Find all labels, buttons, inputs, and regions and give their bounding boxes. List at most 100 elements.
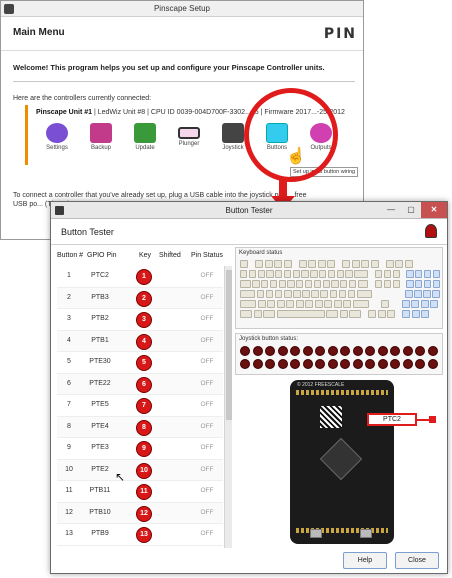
joystick-button-indicator: [315, 358, 325, 369]
keyboard-key: [349, 310, 361, 318]
key-indicator: 2: [136, 290, 152, 307]
keyboard-key: [324, 300, 332, 308]
keyboard-key: [264, 260, 273, 268]
minimize-button[interactable]: —: [381, 202, 401, 218]
keyboard-key: [420, 300, 429, 308]
plunger-icon: [178, 127, 200, 139]
joystick-button-indicator: [415, 358, 425, 369]
keyboard-key: [287, 280, 295, 288]
key-gap: [395, 290, 399, 298]
close-button[interactable]: Close: [395, 552, 439, 569]
table-row: 4 PTB1 4 OFF: [57, 330, 223, 352]
key-indicator: 13: [136, 527, 152, 543]
gpio-pin: PTB1: [91, 336, 109, 344]
arrow-down-icon: [279, 180, 287, 196]
key-gap: [396, 300, 400, 308]
button-list: 1 PTC2 1 OFF 2 PTB3 2 OFF 3 PTB2 3 OFF 4 PTB1 4 OFF 5 PTE…: [57, 266, 223, 548]
keyboard-key: [253, 310, 262, 318]
keyboard-diagram: [240, 260, 441, 326]
unit-name: Pinscape Unit #1: [36, 109, 93, 116]
settings-button[interactable]: Settings: [40, 123, 74, 151]
main-menu-title: Main Menu: [13, 27, 65, 38]
tester-header: Button Tester: [51, 219, 447, 245]
keyboard-key: [351, 260, 360, 268]
joystick-button-indicator: [315, 346, 325, 356]
joystick-button-indicator: [390, 358, 400, 369]
joystick-button-indicator: [352, 346, 363, 356]
keyboard-key: [276, 310, 325, 318]
keyboard-key: [387, 310, 395, 318]
pin-status: OFF: [200, 444, 214, 451]
table-row: 9 PTE3 9 OFF: [57, 438, 223, 460]
board-chip: [319, 437, 363, 481]
keyboard-status-label: Keyboard status: [239, 250, 283, 256]
pin-status: OFF: [200, 336, 214, 344]
update-button[interactable]: Update: [128, 123, 162, 151]
keyboard-key: [356, 290, 373, 298]
joystick-button-indicator: [265, 346, 275, 356]
keyboard-key: [430, 300, 438, 308]
key-gap: [370, 300, 374, 308]
gpio-pin: PTB9: [91, 530, 109, 537]
button-number: 10: [65, 465, 73, 473]
setup-window-title: Pinscape Setup: [153, 4, 211, 13]
table-row: 6 PTE22 6 OFF: [57, 373, 223, 395]
key-indicator: 9: [136, 441, 152, 457]
keyboard-key: [432, 270, 440, 278]
gpio-pin: PTB3: [91, 293, 109, 301]
keyboard-key: [414, 290, 422, 298]
backup-button[interactable]: Backup: [84, 123, 118, 151]
joystick-button-indicator: [427, 358, 438, 369]
joystick-button-indicator: [240, 358, 250, 369]
joystick-button-indicator: [427, 346, 438, 356]
key-gap: [389, 290, 393, 298]
joystick-button-indicator: [302, 358, 313, 369]
gpio-pin: PTE5: [91, 401, 109, 408]
keyboard-key: [240, 280, 251, 288]
col-button-num: Button #: [57, 252, 84, 259]
tester-titlebar[interactable]: Button Tester — ▢ ✕: [51, 202, 447, 219]
maximize-button[interactable]: ▢: [401, 202, 421, 218]
gpio-pin: PTB10: [89, 508, 111, 516]
welcome-text: Welcome! This program helps you set up a…: [13, 63, 325, 72]
keyboard-key: [275, 270, 283, 278]
keyboard-key: [296, 280, 304, 288]
gpio-pin: PTE2: [91, 465, 109, 473]
pin-status: OFF: [200, 401, 214, 408]
key-indicator: 5: [136, 355, 152, 371]
pin-marker: [429, 416, 436, 423]
settings-icon: [46, 123, 68, 143]
keyboard-key: [381, 300, 389, 308]
button-number: 4: [67, 336, 71, 344]
pin-status: OFF: [200, 315, 214, 322]
keyboard-key: [304, 280, 313, 288]
keyboard-row: [240, 300, 440, 308]
key-gap: [401, 280, 405, 288]
keyboard-key: [314, 300, 323, 308]
joystick-button-indicator: [377, 346, 388, 356]
keyboard-key: [340, 280, 348, 288]
keyboard-key: [423, 290, 431, 298]
window-close-button[interactable]: ✕: [421, 202, 447, 218]
button-tester-window: Button Tester — ▢ ✕ Button Tester Button…: [50, 201, 448, 574]
gpio-pin: PTE4: [91, 422, 109, 430]
key-indicator: 1: [136, 269, 152, 285]
keyboard-key: [345, 270, 353, 278]
usb-port-right: [360, 529, 372, 538]
keyboard-key: [317, 260, 326, 268]
button-number: 8: [67, 422, 71, 430]
keyboard-key: [411, 300, 419, 308]
scrollbar[interactable]: [224, 266, 232, 548]
keyboard-key: [406, 280, 414, 288]
scrollbar-thumb[interactable]: [226, 270, 232, 420]
joystick-button-indicator: [290, 358, 300, 369]
pin-callout: PTC2: [367, 413, 417, 426]
plunger-button[interactable]: Plunger: [172, 123, 206, 151]
help-button[interactable]: Help: [343, 552, 387, 569]
table-row: 11 PTB11 11 OFF: [57, 481, 223, 503]
key-indicator: 6: [136, 376, 152, 393]
pin-status: OFF: [200, 293, 214, 301]
joystick-status-panel: Joystick button status:: [235, 333, 443, 375]
key-indicator: 11: [136, 484, 152, 500]
keyboard-key: [286, 300, 294, 308]
